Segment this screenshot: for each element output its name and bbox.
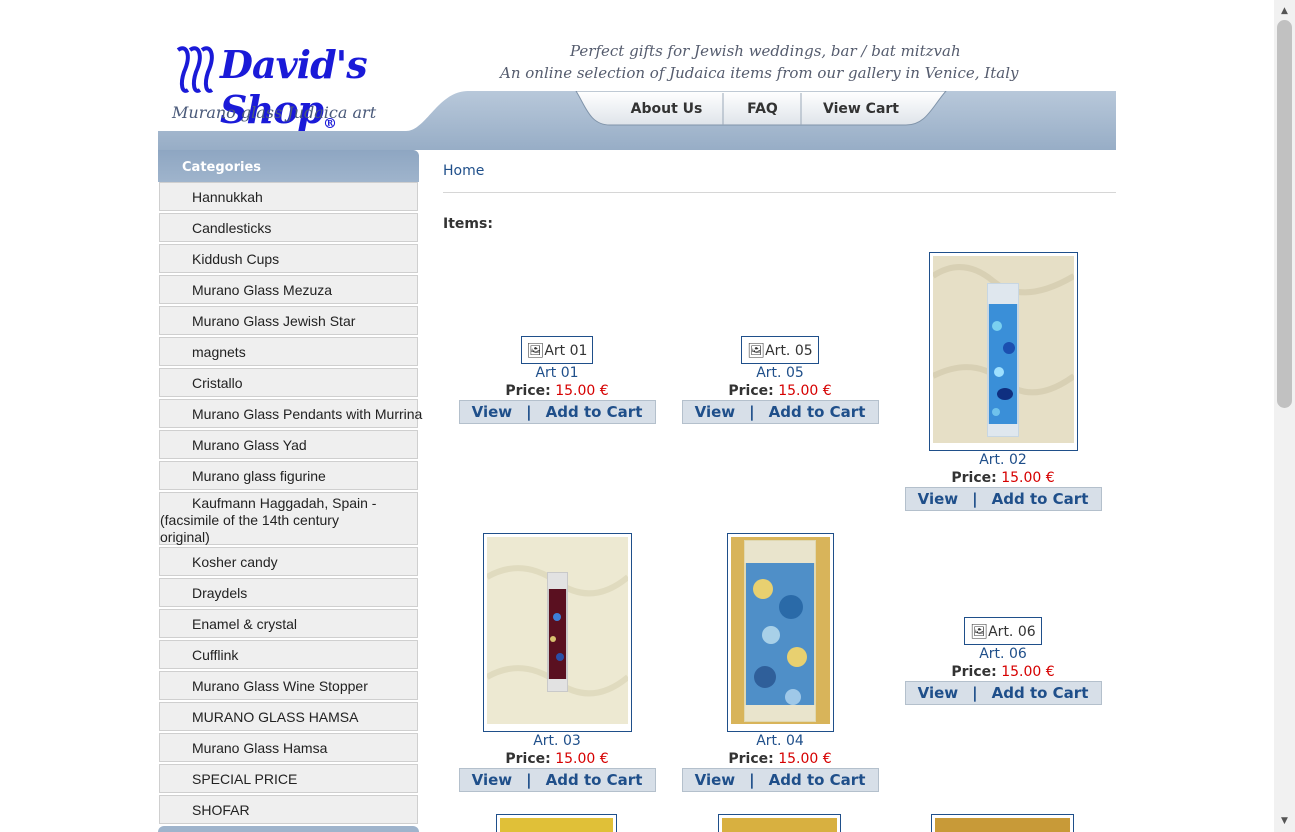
product-card: 🖼Art. 05 Art. 05 Price: 15.00 € View | A… [681,336,879,424]
category-pendants[interactable]: Murano Glass Pendants with Murrina [159,399,422,428]
category-cufflink[interactable]: Cufflink [159,640,418,669]
product-name[interactable]: Art. 06 [904,645,1102,663]
category-draydels[interactable]: Draydels [159,578,418,607]
product-actions: View | Add to Cart [681,768,879,792]
scroll-up-arrow-icon[interactable]: ▲ [1274,2,1295,20]
category-special-price[interactable]: SPECIAL PRICE [159,764,418,793]
product-image[interactable] [482,533,632,732]
categories-heading: Categories [158,150,419,182]
view-button[interactable]: View [695,771,736,789]
product-price: Price: 15.00 € [951,664,1055,680]
product-card: Art. 03 Price: 15.00 € View | Add to Car… [458,533,656,792]
sidebar-footer [158,826,419,832]
breadcrumb-divider [443,192,1116,193]
category-yad[interactable]: Murano Glass Yad [159,430,418,459]
product-price: Price: 15.00 € [951,470,1055,486]
tagline-secondary: An online selection of Judaica items fro… [500,64,1019,82]
page-scrollbar[interactable]: ▲ ▼ [1274,0,1295,832]
view-button[interactable]: View [472,403,513,421]
mezuza-blue-photo [930,256,1076,443]
product-image[interactable]: 🖼Art 01 [520,336,594,364]
breadcrumb-home[interactable]: Home [443,158,1116,179]
add-to-cart-button[interactable]: Add to Cart [769,771,866,789]
product-name[interactable]: Art. 05 [681,364,879,382]
scroll-down-arrow-icon[interactable]: ▼ [1274,812,1295,830]
product-image[interactable] [931,814,1074,832]
action-separator: | [526,403,532,421]
category-shofar[interactable]: SHOFAR [159,795,418,824]
category-hamsa[interactable]: Murano Glass Hamsa [159,733,418,762]
site-header: David's Shop® Murano glass Judaica art P… [158,38,1116,150]
product-actions: View | Add to Cart [458,768,656,792]
category-cristallo[interactable]: Cristallo [159,368,418,397]
category-haggadah[interactable]: Kaufmann Haggadah, Spain - (facsimile of… [159,492,418,545]
category-kiddush-cups[interactable]: Kiddush Cups [159,244,418,273]
product-card: 🖼Art 01 Art 01 Price: 15.00 € View | Add… [458,336,656,424]
product-photo-partial [722,818,837,832]
product-price: Price: 15.00 € [728,383,832,399]
product-image[interactable] [496,814,617,832]
product-card: 🖼Art. 06 Art. 06 Price: 15.00 € View | A… [904,617,1102,705]
add-to-cart-button[interactable]: Add to Cart [546,403,643,421]
category-magnets[interactable]: magnets [159,337,418,366]
action-separator: | [972,490,978,508]
scrollbar-thumb[interactable] [1277,20,1292,408]
product-card: Art. 04 Price: 15.00 € View | Add to Car… [681,533,879,792]
nav-about-us[interactable]: About Us [610,94,723,124]
category-mezuza[interactable]: Murano Glass Mezuza [159,275,418,304]
mezuza-dark-photo [485,537,630,724]
category-hamsa-upper[interactable]: MURANO GLASS HAMSA [159,702,418,731]
category-hannukkah[interactable]: Hannukkah [159,182,418,211]
product-actions: View | Add to Cart [681,400,879,424]
product-image[interactable]: 🖼Art. 05 [741,336,819,364]
main-content: Home Items: 🖼Art 01 Art 01 Price: 15.00 … [443,158,1116,832]
view-button[interactable]: View [918,490,959,508]
broken-image-alt: 🖼Art. 05 [747,343,813,359]
broken-image-alt: 🖼Art. 06 [970,624,1036,640]
product-price: Price: 15.00 € [728,751,832,767]
category-enamel-crystal[interactable]: Enamel & crystal [159,609,418,638]
add-to-cart-button[interactable]: Add to Cart [992,490,1089,508]
add-to-cart-button[interactable]: Add to Cart [992,684,1089,702]
category-wine-stopper[interactable]: Murano Glass Wine Stopper [159,671,418,700]
view-button[interactable]: View [695,403,736,421]
mezuza-gold-photo [730,537,830,724]
product-actions: View | Add to Cart [904,487,1102,511]
add-to-cart-button[interactable]: Add to Cart [546,771,643,789]
product-image[interactable] [928,252,1078,451]
view-button[interactable]: View [918,684,959,702]
product-image[interactable]: 🖼Art. 06 [964,617,1042,645]
category-sidebar: Categories Hannukkah Candlesticks Kiddus… [158,150,422,832]
category-candlesticks[interactable]: Candlesticks [159,213,418,242]
category-kosher-candy[interactable]: Kosher candy [159,547,418,576]
product-photo-partial [935,818,1070,832]
product-card: Art. 02 Price: 15.00 € View | Add to Car… [904,252,1102,511]
nav-faq[interactable]: FAQ [724,94,801,124]
product-name[interactable]: Art. 04 [681,732,879,750]
product-name[interactable]: Art. 03 [458,732,656,750]
action-separator: | [749,771,755,789]
product-image[interactable] [726,533,834,732]
product-name[interactable]: Art 01 [458,364,656,382]
product-actions: View | Add to Cart [904,681,1102,705]
product-name[interactable]: Art. 02 [904,451,1102,469]
broken-image-alt: 🖼Art 01 [526,343,588,359]
product-actions: View | Add to Cart [458,400,656,424]
nav-view-cart[interactable]: View Cart [802,94,920,124]
tagline-primary: Perfect gifts for Jewish weddings, bar /… [570,42,961,60]
items-heading: Items: [443,216,493,232]
action-separator: | [972,684,978,702]
product-price: Price: 15.00 € [505,383,609,399]
product-price: Price: 15.00 € [505,751,609,767]
action-separator: | [749,403,755,421]
category-figurine[interactable]: Murano glass figurine [159,461,418,490]
view-button[interactable]: View [472,771,513,789]
add-to-cart-button[interactable]: Add to Cart [769,403,866,421]
action-separator: | [526,771,532,789]
product-photo-partial [500,818,613,832]
product-image[interactable] [718,814,841,832]
category-jewish-star[interactable]: Murano Glass Jewish Star [159,306,418,335]
